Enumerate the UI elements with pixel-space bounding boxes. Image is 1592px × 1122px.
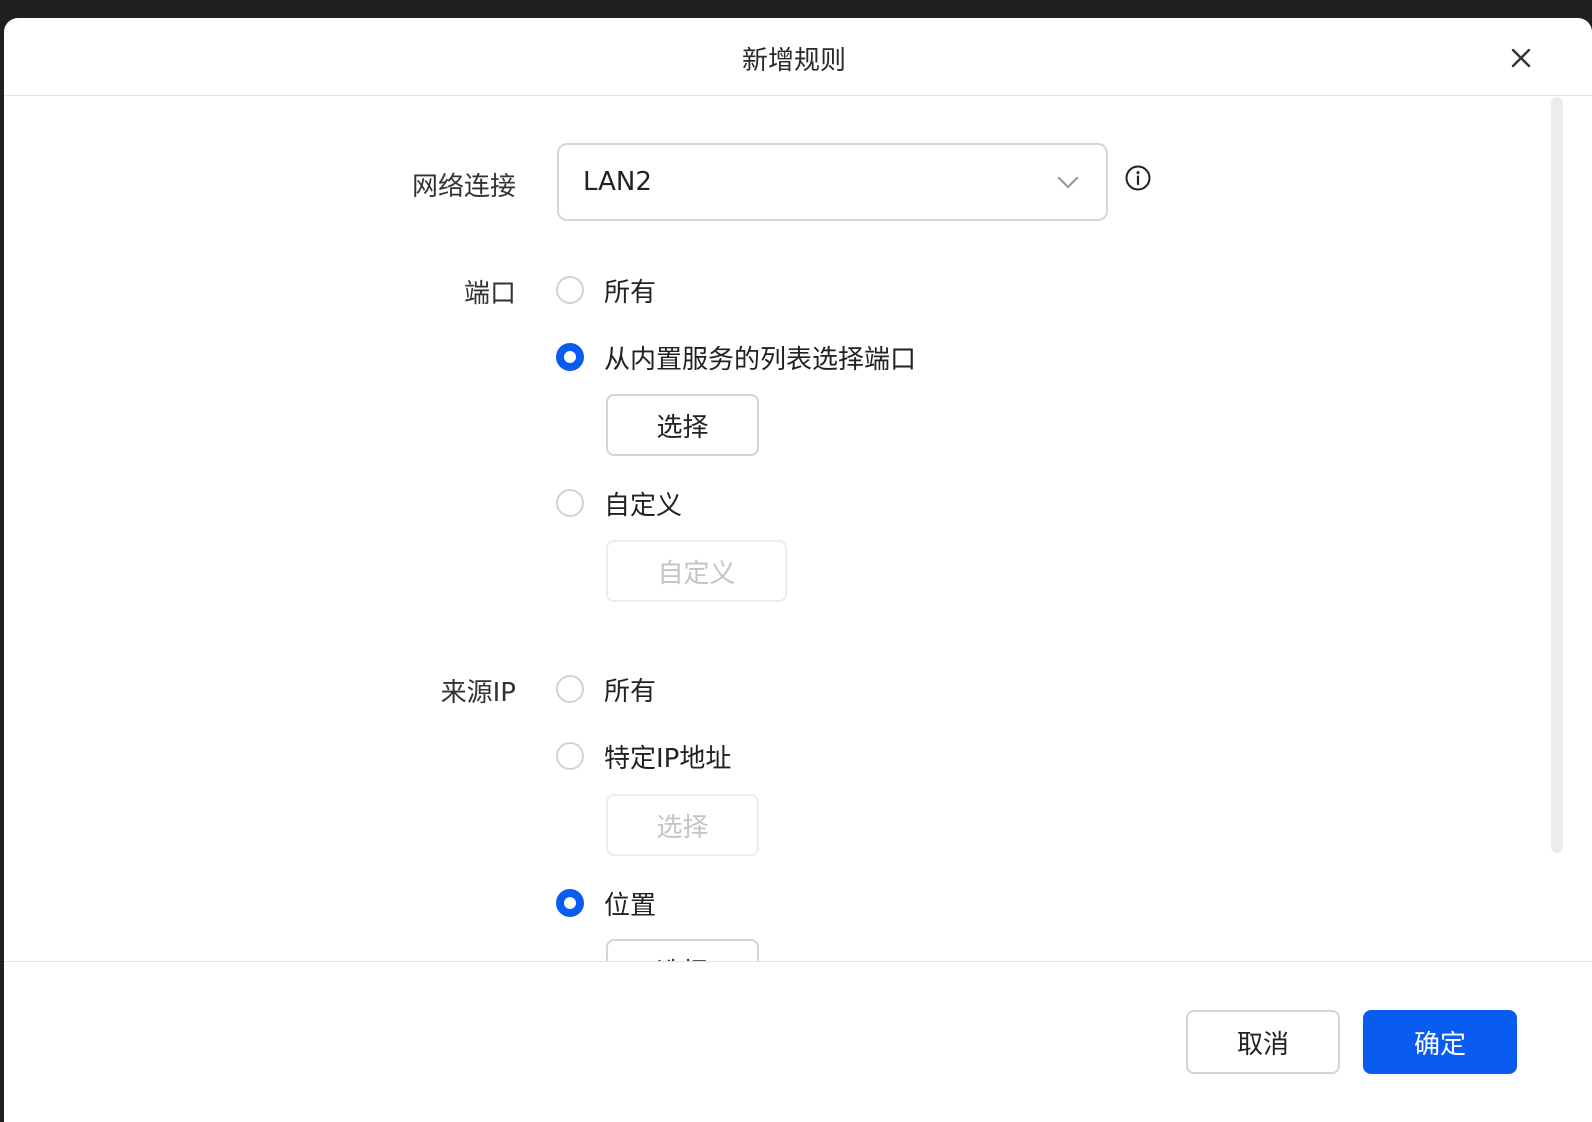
port-all-label: 所有 xyxy=(604,277,657,308)
source-ip-select-button[interactable]: 选择 xyxy=(606,794,759,856)
network-label: 网络连接 xyxy=(411,172,516,202)
port-all-radio[interactable] xyxy=(556,276,584,304)
info-icon[interactable] xyxy=(1124,164,1152,192)
source-ip-option-all[interactable]: 所有 xyxy=(556,672,657,707)
port-option-builtin[interactable]: 从内置服务的列表选择端口 xyxy=(556,340,917,375)
port-option-all[interactable]: 所有 xyxy=(556,273,657,308)
source-ip-option-specific[interactable]: 特定IP地址 xyxy=(556,739,732,774)
port-select-button[interactable]: 选择 xyxy=(606,394,759,456)
network-select-value: LAN2 xyxy=(583,167,652,197)
dialog-title: 新增规则 xyxy=(741,46,846,76)
dialog-header: 新增规则 xyxy=(4,18,1592,96)
close-icon xyxy=(1511,48,1531,68)
add-rule-dialog: 新增规则 网络连接 LAN2 端口 所有 从内置服务的列表选择端口 选择 自定义… xyxy=(4,18,1592,1122)
location-select-button[interactable]: 选择 xyxy=(606,939,759,961)
dialog-footer: 取消 确定 xyxy=(4,961,1592,1122)
source-ip-label: 来源IP xyxy=(440,678,516,708)
port-builtin-label: 从内置服务的列表选择端口 xyxy=(604,344,917,375)
port-custom-button[interactable]: 自定义 xyxy=(606,540,787,602)
port-builtin-radio[interactable] xyxy=(556,343,584,371)
source-ip-option-location[interactable]: 位置 xyxy=(556,886,657,921)
close-button[interactable] xyxy=(1506,43,1536,73)
cancel-button[interactable]: 取消 xyxy=(1186,1010,1340,1074)
source-ip-specific-radio[interactable] xyxy=(556,742,584,770)
source-ip-all-radio[interactable] xyxy=(556,675,584,703)
chevron-down-icon xyxy=(1056,171,1080,195)
port-custom-radio[interactable] xyxy=(556,489,584,517)
source-ip-location-radio[interactable] xyxy=(556,889,584,917)
dialog-body: 网络连接 LAN2 端口 所有 从内置服务的列表选择端口 选择 自定义 自定义 … xyxy=(4,97,1592,961)
source-ip-location-label: 位置 xyxy=(604,890,657,921)
port-option-custom[interactable]: 自定义 xyxy=(556,486,683,521)
port-label: 端口 xyxy=(463,279,516,309)
scrollbar[interactable] xyxy=(1551,97,1563,853)
network-select[interactable]: LAN2 xyxy=(557,143,1108,221)
confirm-button[interactable]: 确定 xyxy=(1363,1010,1517,1074)
source-ip-all-label: 所有 xyxy=(604,676,657,707)
source-ip-specific-label: 特定IP地址 xyxy=(604,743,732,774)
port-custom-label: 自定义 xyxy=(604,490,683,521)
